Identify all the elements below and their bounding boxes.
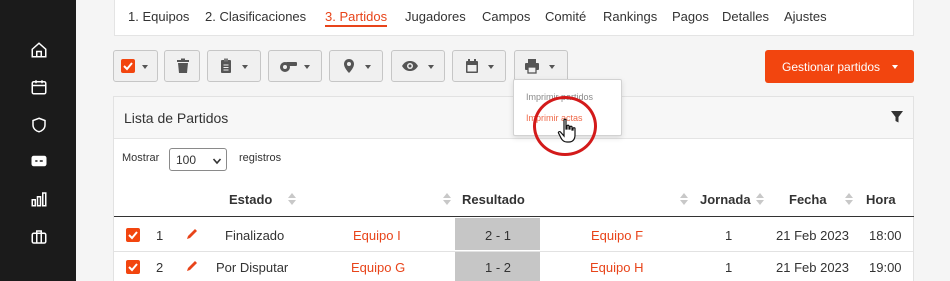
sort-icon[interactable]	[443, 192, 451, 206]
hand-cursor-icon	[557, 118, 579, 144]
clipboard-icon	[218, 58, 234, 74]
column-header-fecha[interactable]: Fecha	[789, 192, 827, 207]
result-text: 2 - 1	[485, 228, 512, 243]
select-all-dropdown-button[interactable]	[113, 50, 158, 82]
header-divider	[114, 216, 914, 217]
tab-clasificaciones[interactable]: 2. Clasificaciones	[205, 9, 306, 24]
tab-detalles[interactable]: Detalles	[722, 9, 769, 24]
column-header-resultado[interactable]: Resultado	[462, 192, 525, 207]
print-dropdown-button[interactable]	[514, 50, 568, 82]
whistle-icon	[278, 58, 298, 74]
chevron-down-icon	[304, 65, 310, 69]
location-dropdown-button[interactable]	[329, 50, 383, 82]
time-text: 19:00	[869, 260, 902, 275]
chevron-down-icon	[428, 65, 434, 69]
page-length-select[interactable]: 100	[169, 148, 227, 171]
date-text: 21 Feb 2023	[776, 228, 850, 243]
bar-chart-icon[interactable]	[30, 190, 48, 208]
manage-matches-label: Gestionar partidos	[782, 60, 881, 74]
chevron-down-icon	[365, 65, 371, 69]
tab-ajustes[interactable]: Ajustes	[784, 9, 827, 24]
filter-icon[interactable]	[890, 110, 904, 124]
date-text: 21 Feb 2023	[776, 260, 850, 275]
round-text: 1	[725, 228, 733, 243]
tab-partidos[interactable]: 3. Partidos	[325, 9, 388, 27]
tab-pagos[interactable]: Pagos	[672, 9, 709, 24]
calendar-icon[interactable]	[30, 78, 48, 96]
away-team-link[interactable]: Equipo F	[591, 228, 643, 243]
edit-icon[interactable]	[185, 259, 199, 273]
column-header-jornada[interactable]: Jornada	[700, 192, 751, 207]
home-team-link[interactable]: Equipo G	[351, 260, 405, 275]
tab-jugadores[interactable]: Jugadores	[405, 9, 466, 24]
status-text: Finalizado	[225, 228, 285, 243]
trash-icon	[175, 58, 191, 74]
referee-dropdown-button[interactable]	[268, 50, 322, 82]
print-icon	[524, 58, 540, 74]
sort-icon[interactable]	[680, 192, 688, 206]
map-pin-icon	[341, 58, 357, 74]
row-number: 2	[156, 260, 164, 275]
chevron-down-icon	[892, 65, 898, 69]
visibility-dropdown-button[interactable]	[391, 50, 445, 82]
home-team-link[interactable]: Equipo I	[353, 228, 401, 243]
calendar-icon	[464, 58, 480, 74]
checkbox-select-icon	[120, 58, 136, 74]
row-checkbox[interactable]	[126, 228, 140, 242]
eye-icon	[401, 58, 419, 74]
records-label: registros	[239, 152, 282, 164]
shield-icon[interactable]	[30, 116, 48, 134]
status-text: Por Disputar	[216, 260, 289, 275]
sidebar	[0, 0, 76, 281]
column-header-hora[interactable]: Hora	[866, 192, 896, 207]
column-header-estado[interactable]: Estado	[229, 192, 272, 207]
briefcase-icon[interactable]	[30, 228, 48, 246]
result-text: 1 - 2	[485, 260, 512, 275]
tab-equipos[interactable]: 1. Equipos	[128, 9, 189, 24]
section-tabs: 1. Equipos 2. Clasificaciones 3. Partido…	[114, 0, 914, 36]
tab-campos[interactable]: Campos	[482, 9, 530, 24]
manage-matches-button[interactable]: Gestionar partidos	[765, 50, 914, 83]
round-text: 1	[725, 260, 733, 275]
home-icon[interactable]	[30, 41, 48, 59]
sort-icon[interactable]	[756, 192, 764, 206]
date-dropdown-button[interactable]	[452, 50, 506, 82]
away-team-link[interactable]: Equipo H	[590, 260, 643, 275]
chevron-down-icon	[488, 65, 494, 69]
sort-icon[interactable]	[845, 192, 853, 206]
ticket-icon[interactable]	[30, 152, 48, 170]
tab-comite[interactable]: Comité	[545, 9, 586, 24]
page-length-value: 100	[176, 153, 197, 167]
chevron-down-icon	[549, 65, 555, 69]
chevron-down-icon	[212, 155, 222, 165]
row-number: 1	[156, 228, 164, 243]
row-checkbox[interactable]	[126, 260, 140, 274]
delete-button[interactable]	[164, 50, 200, 82]
sort-icon[interactable]	[288, 192, 296, 206]
clipboard-dropdown-button[interactable]	[207, 50, 261, 82]
show-label: Mostrar	[122, 152, 160, 164]
chevron-down-icon	[142, 65, 148, 69]
edit-icon[interactable]	[185, 227, 199, 241]
time-text: 18:00	[869, 228, 902, 243]
chevron-down-icon	[242, 65, 248, 69]
panel-title: Lista de Partidos	[124, 110, 229, 126]
tab-rankings[interactable]: Rankings	[603, 9, 657, 24]
